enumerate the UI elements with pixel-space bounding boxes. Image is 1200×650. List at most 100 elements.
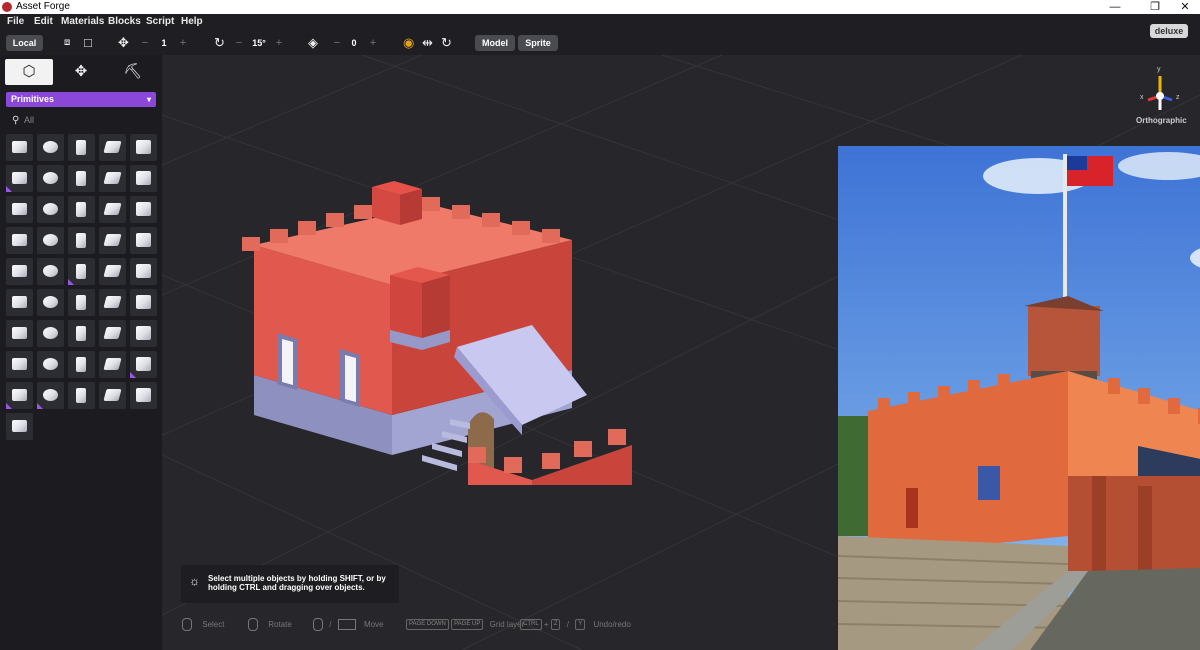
primitive-block[interactable] (68, 165, 95, 192)
mirror-icon[interactable]: ⇹ (422, 35, 433, 51)
castle-model[interactable] (232, 125, 652, 485)
minimize-button[interactable]: — (1098, 0, 1132, 14)
primitive-block[interactable] (68, 227, 95, 254)
layer-increment-button[interactable]: + (366, 35, 380, 51)
primitive-block[interactable] (68, 258, 95, 285)
z-key: Z (550, 619, 561, 631)
deluxe-badge: deluxe (1150, 24, 1188, 38)
orientation-gizmo[interactable]: y x z (1140, 66, 1180, 114)
primitive-block[interactable] (130, 227, 157, 254)
primitive-block[interactable] (6, 258, 33, 285)
close-button[interactable]: ✕ (1168, 0, 1200, 14)
primitive-shape-icon (12, 358, 27, 370)
primitive-block[interactable] (37, 382, 64, 409)
primitive-block[interactable] (68, 196, 95, 223)
menu-file[interactable]: File (7, 14, 24, 30)
primitive-block[interactable] (99, 382, 126, 409)
lightbulb-icon: ☼ (189, 574, 200, 588)
variant-marker-icon (6, 403, 12, 409)
category-dropdown[interactable]: Primitives ▾ (6, 92, 156, 107)
primitive-block[interactable] (99, 165, 126, 192)
menu-materials[interactable]: Materials (61, 14, 104, 30)
move-decrement-button[interactable]: − (138, 35, 152, 51)
primitive-block[interactable] (99, 258, 126, 285)
variant-marker-icon (6, 186, 12, 192)
sidebar: ⬡ ✥ ⛏ Primitives ▾ ⚲ All (0, 55, 162, 650)
search-field[interactable]: ⚲ All (6, 113, 156, 128)
move-step-value[interactable]: 1 (154, 35, 174, 51)
sprite-mode-button[interactable]: Sprite (518, 35, 558, 51)
primitive-shape-icon (43, 203, 58, 215)
variant-marker-icon (68, 279, 74, 285)
primitive-block[interactable] (6, 134, 33, 161)
primitive-block[interactable] (37, 165, 64, 192)
primitive-block[interactable] (6, 382, 33, 409)
primitive-block[interactable] (68, 289, 95, 316)
primitive-block[interactable] (6, 165, 33, 192)
hint-grid-layer: PAGE DOWN PAGE UP Grid layer (406, 615, 524, 635)
menu-blocks[interactable]: Blocks (108, 14, 141, 30)
primitive-block[interactable] (130, 134, 157, 161)
primitive-block[interactable] (6, 227, 33, 254)
tab-blocks[interactable]: ⬡ (5, 59, 53, 85)
snap-box-icon[interactable]: □ (84, 35, 92, 51)
primitive-shape-icon (76, 202, 86, 217)
primitive-block[interactable] (6, 320, 33, 347)
hint-undo-redo: CTRL + Z / Y Undo/redo (520, 615, 631, 635)
primitive-block[interactable] (6, 196, 33, 223)
axis-x-label: x (1140, 94, 1144, 101)
primitive-block[interactable] (68, 134, 95, 161)
primitive-block[interactable] (37, 258, 64, 285)
primitive-block[interactable] (130, 196, 157, 223)
primitive-block[interactable] (99, 134, 126, 161)
primitive-block[interactable] (37, 289, 64, 316)
tab-paint[interactable]: ⛏ (109, 59, 157, 85)
reference-image[interactable] (838, 146, 1200, 650)
model-mode-button[interactable]: Model (475, 35, 515, 51)
hint-undo-redo-label: Undo/redo (593, 620, 631, 629)
primitive-block[interactable] (37, 196, 64, 223)
viewport[interactable] (162, 55, 1200, 650)
rotate-increment-button[interactable]: + (272, 35, 286, 51)
primitive-block[interactable] (37, 351, 64, 378)
primitive-block[interactable] (130, 382, 157, 409)
primitive-block[interactable] (6, 413, 33, 440)
primitive-block[interactable] (68, 382, 95, 409)
rotate-step-value[interactable]: 15° (248, 35, 270, 51)
primitive-block[interactable] (130, 351, 157, 378)
mouse-right-icon (248, 618, 258, 632)
primitive-block[interactable] (99, 196, 126, 223)
layer-decrement-button[interactable]: − (330, 35, 344, 51)
primitive-block[interactable] (68, 351, 95, 378)
menu-help[interactable]: Help (181, 14, 203, 30)
primitive-block[interactable] (37, 227, 64, 254)
local-space-button[interactable]: Local (6, 35, 43, 51)
menu-edit[interactable]: Edit (34, 14, 53, 30)
primitive-block[interactable] (68, 320, 95, 347)
layer-value[interactable]: 0 (346, 35, 362, 51)
primitive-block[interactable] (6, 351, 33, 378)
primitive-block[interactable] (99, 351, 126, 378)
primitive-block[interactable] (130, 320, 157, 347)
primitive-block[interactable] (130, 258, 157, 285)
primitive-block[interactable] (130, 289, 157, 316)
primitive-block[interactable] (99, 227, 126, 254)
reset-rotation-icon[interactable]: ↻ (441, 35, 452, 51)
maximize-button[interactable]: ❐ (1138, 0, 1172, 14)
primitive-block[interactable] (37, 134, 64, 161)
move-increment-button[interactable]: + (176, 35, 190, 51)
view-mode-label[interactable]: Orthographic (1136, 116, 1187, 125)
primitive-block[interactable] (99, 320, 126, 347)
primitive-block[interactable] (6, 289, 33, 316)
hint-move: / Move (313, 615, 384, 635)
primitive-block[interactable] (130, 165, 157, 192)
material-picker-icon[interactable]: ◉ (403, 35, 414, 51)
snap-small-icon[interactable]: ⧈ (64, 35, 70, 51)
rotate-decrement-button[interactable]: − (232, 35, 246, 51)
hint-select: Select (182, 615, 224, 635)
primitive-block[interactable] (37, 320, 64, 347)
tab-transform[interactable]: ✥ (57, 59, 105, 85)
menu-script[interactable]: Script (146, 14, 174, 30)
primitive-block[interactable] (99, 289, 126, 316)
primitive-shape-icon (76, 357, 86, 372)
